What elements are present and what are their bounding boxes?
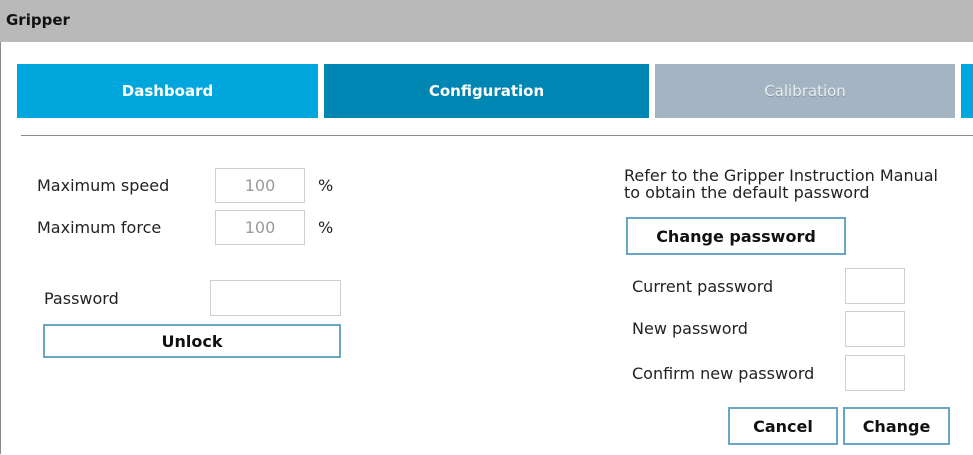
change-password-button-label: Change password	[656, 226, 816, 246]
change-button[interactable]: Change	[843, 407, 950, 445]
max-force-label: Maximum force	[37, 218, 162, 237]
tab-dashboard-label: Dashboard	[121, 82, 214, 100]
tab-configuration-label: Configuration	[428, 82, 545, 100]
cancel-button-label: Cancel	[753, 416, 813, 436]
window-title: Gripper	[6, 11, 70, 29]
max-speed-unit: %	[318, 176, 334, 195]
current-password-input[interactable]	[845, 268, 905, 304]
tab-dashboard[interactable]: Dashboard	[17, 64, 318, 118]
tab-overflow[interactable]	[961, 64, 973, 118]
max-speed-input[interactable]	[215, 168, 305, 203]
divider	[21, 135, 973, 136]
tab-calibration: Calibration	[655, 64, 955, 118]
confirm-password-input[interactable]	[845, 355, 905, 391]
max-force-input[interactable]	[215, 210, 305, 245]
password-label: Password	[44, 289, 119, 308]
change-password-button[interactable]: Change password	[626, 217, 846, 255]
max-force-unit: %	[318, 218, 334, 237]
confirm-password-label: Confirm new password	[632, 364, 815, 383]
max-speed-label: Maximum speed	[37, 176, 170, 195]
tab-configuration[interactable]: Configuration	[324, 64, 649, 118]
unlock-button[interactable]: Unlock	[43, 324, 341, 358]
tab-calibration-label: Calibration	[764, 82, 846, 100]
current-password-label: Current password	[632, 277, 774, 296]
change-button-label: Change	[862, 416, 931, 436]
new-password-input[interactable]	[845, 311, 905, 347]
new-password-label: New password	[632, 319, 748, 338]
cancel-button[interactable]: Cancel	[728, 407, 838, 445]
unlock-button-label: Unlock	[161, 331, 223, 351]
info-line-2: to obtain the default password	[624, 183, 870, 202]
password-input[interactable]	[210, 280, 341, 316]
title-bar: Gripper	[0, 0, 973, 42]
